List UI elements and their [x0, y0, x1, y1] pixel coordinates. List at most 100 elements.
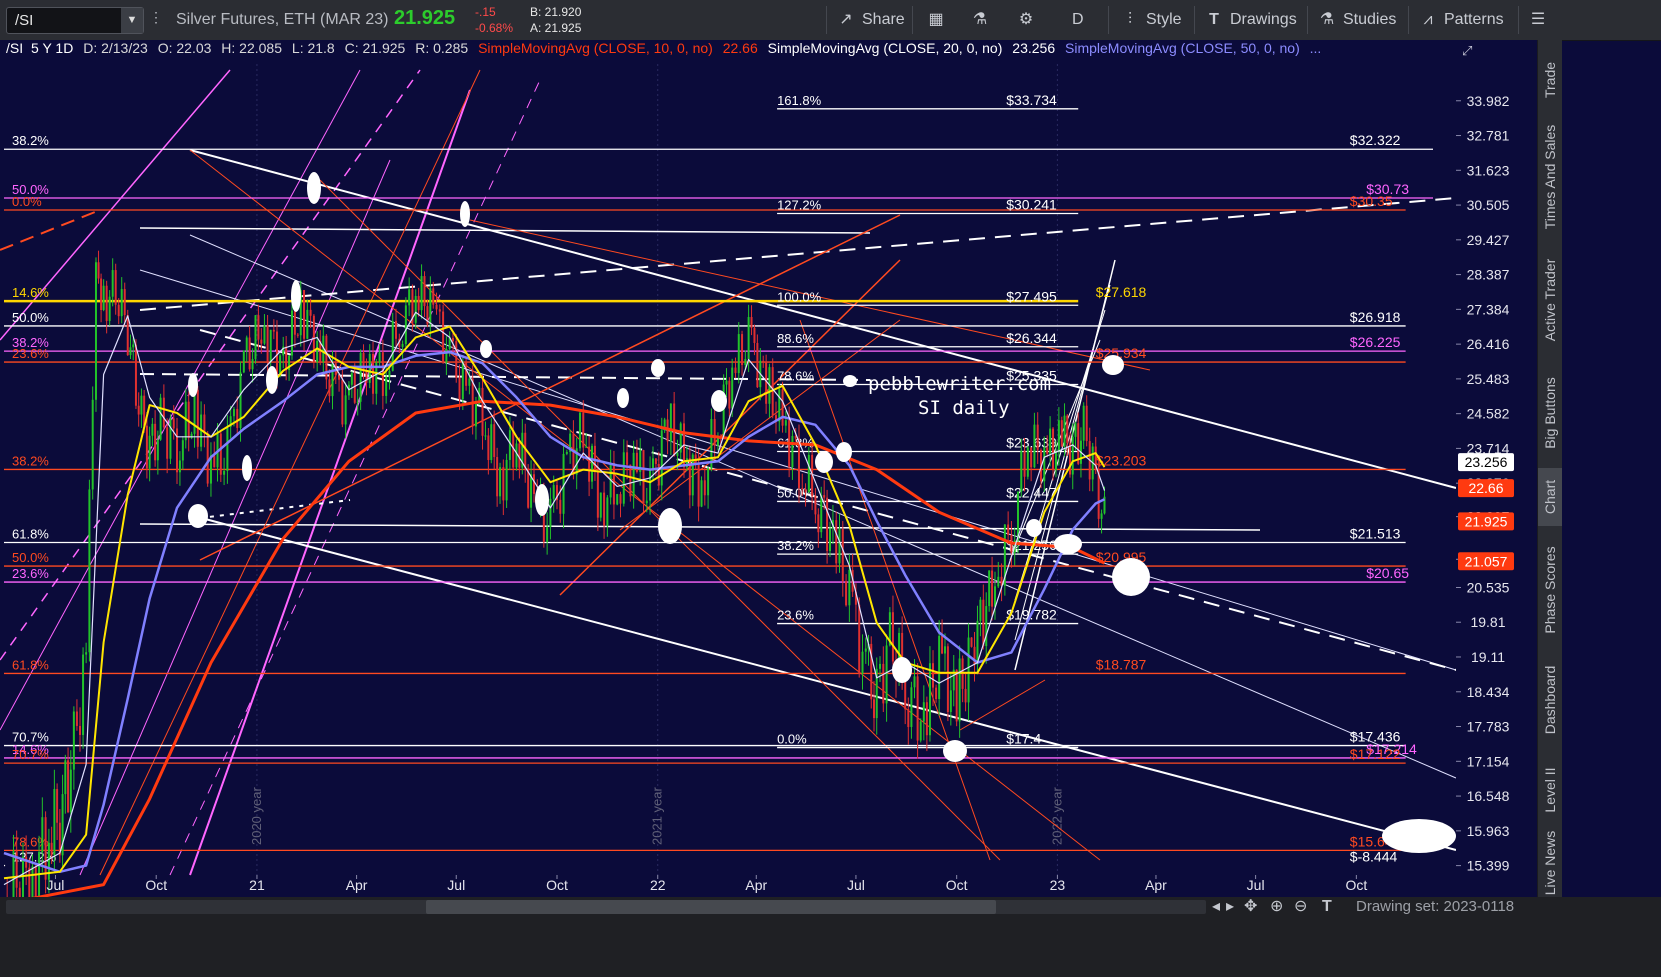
candle-body [123, 289, 126, 316]
candle-body [935, 687, 938, 700]
candle-body [1069, 443, 1072, 475]
gear-icon: ⚙ [1018, 11, 1034, 28]
tab-chart[interactable]: Chart [1538, 468, 1562, 526]
zoom-in-icon[interactable]: ⊕ [1270, 897, 1283, 917]
symbol-link-icon[interactable]: ⋮ [149, 9, 163, 26]
candle-body [654, 458, 657, 464]
candle-body [1074, 423, 1077, 437]
candle-body [296, 334, 299, 336]
y-tick-label: 30.505 [1467, 197, 1510, 213]
text-tool-icon[interactable]: T [1322, 897, 1332, 917]
candle-body [879, 663, 882, 669]
tab-active-trader[interactable]: Active Trader [1538, 245, 1562, 355]
toolbar-divider [1307, 6, 1308, 34]
fib-right-label: $-8.444 [1350, 849, 1398, 865]
timeframe-button[interactable]: D [1072, 0, 1084, 40]
tab-dashboard[interactable]: Dashboard [1538, 652, 1562, 747]
candle-body [626, 452, 629, 465]
patterns-button[interactable]: ⩘ Patterns [1418, 0, 1503, 40]
flask-button[interactable]: ⚗ [970, 0, 996, 40]
symbol-selector[interactable]: /SI ▼ [6, 7, 144, 34]
candle-body [75, 711, 78, 726]
pivot-marker [535, 484, 549, 516]
candle-body [616, 494, 619, 505]
symbol-text[interactable]: /SI [15, 12, 33, 29]
crosshair-icon[interactable]: ✥ [1244, 897, 1257, 917]
candle-body [910, 687, 913, 727]
horizontal-scrollbar[interactable] [6, 900, 1206, 914]
flask-icon: ⚗ [972, 11, 988, 28]
tab-phase-scores[interactable]: Phase Scores [1538, 535, 1562, 645]
pivot-marker [291, 280, 301, 312]
style-button[interactable]: ⫶ Style [1120, 0, 1182, 40]
drawings-button[interactable]: T Drawings [1204, 0, 1297, 40]
candle-body [622, 452, 625, 504]
y-tick-label: 25.483 [1467, 371, 1510, 387]
candle-body [203, 414, 206, 434]
x-tick-label: 22 [650, 877, 666, 893]
price-chart[interactable]: 2020 year 2021 year 2022 year 161.8% $33.73… [0, 40, 1537, 897]
expand-chart-icon[interactable]: ⤢ [1462, 44, 1472, 59]
settings-button[interactable]: ⚙ [1016, 0, 1042, 40]
y-tick-label: 18.434 [1467, 684, 1510, 700]
candle-body [28, 867, 31, 897]
pivot-marker [460, 201, 470, 227]
candle-body [565, 452, 568, 454]
candle-body [64, 760, 67, 795]
tab-live-news[interactable]: Live News [1538, 830, 1562, 895]
legend-study-1: SimpleMovingAvg (CLOSE, 10, 0, no) [478, 40, 713, 56]
candle-body [226, 426, 229, 471]
candle-body [496, 457, 499, 497]
candle-body [181, 440, 184, 461]
tab-trade[interactable]: Trade [1538, 45, 1562, 115]
candle-body [12, 851, 15, 897]
candle-body [603, 492, 606, 526]
candle-body [632, 452, 635, 497]
candle-body [178, 460, 181, 473]
studies-button[interactable]: ⚗ Studies [1317, 0, 1397, 40]
menu-button[interactable]: ☰ [1528, 0, 1554, 40]
candle-body [817, 514, 820, 533]
ask-price: A: 21.925 [530, 21, 582, 35]
x-tick-label: Apr [1145, 877, 1167, 893]
candle-body [559, 499, 562, 514]
candle-body [1007, 524, 1010, 535]
expand-chart-glyph: ⤢ [1462, 44, 1472, 59]
share-icon: ↗ [839, 11, 853, 28]
grid-layout-button[interactable]: ▦ [926, 0, 952, 40]
legend-open: O: 22.03 [158, 40, 212, 56]
candle-body [41, 817, 44, 853]
chevron-down-icon[interactable]: ▼ [121, 8, 143, 33]
candle-body [111, 270, 114, 297]
candle-body [829, 528, 832, 551]
candle-body [582, 412, 585, 448]
candle-body [762, 360, 765, 362]
scroll-right-icon[interactable]: ▸ [1226, 897, 1234, 917]
scrollbar-thumb[interactable] [426, 900, 996, 914]
pivot-marker [815, 451, 833, 473]
candle-body [378, 352, 381, 363]
candle-body [967, 637, 970, 703]
candle-body [1066, 415, 1069, 444]
tab-big-buttons[interactable]: Big Buttons [1538, 365, 1562, 460]
y-tick-label: 32.781 [1467, 128, 1510, 144]
fib-left-label: 23.6% [12, 566, 49, 581]
candle-body [223, 470, 226, 475]
candle-body [585, 446, 588, 448]
candle-body [697, 462, 700, 507]
y-tick-label: 19.81 [1470, 614, 1505, 630]
tab-times-and-sales[interactable]: Times And Sales [1538, 118, 1562, 236]
share-button[interactable]: ↗ Share [836, 0, 904, 40]
zoom-out-icon[interactable]: ⊖ [1294, 897, 1307, 917]
fib-left-label: 50.0% [12, 550, 49, 565]
candle-body [907, 709, 910, 727]
candle-body [1046, 447, 1049, 454]
legend-period: 5 Y 1D [31, 40, 73, 56]
candle-body [458, 377, 461, 400]
candle-body [807, 454, 810, 492]
drawing-set-label[interactable]: Drawing set: 2023-0118 [1356, 898, 1514, 915]
scroll-left-icon[interactable]: ◂ [1212, 897, 1220, 917]
tab-level-ii[interactable]: Level II [1538, 755, 1562, 825]
candle-body [34, 866, 37, 897]
candle-body [949, 690, 952, 713]
